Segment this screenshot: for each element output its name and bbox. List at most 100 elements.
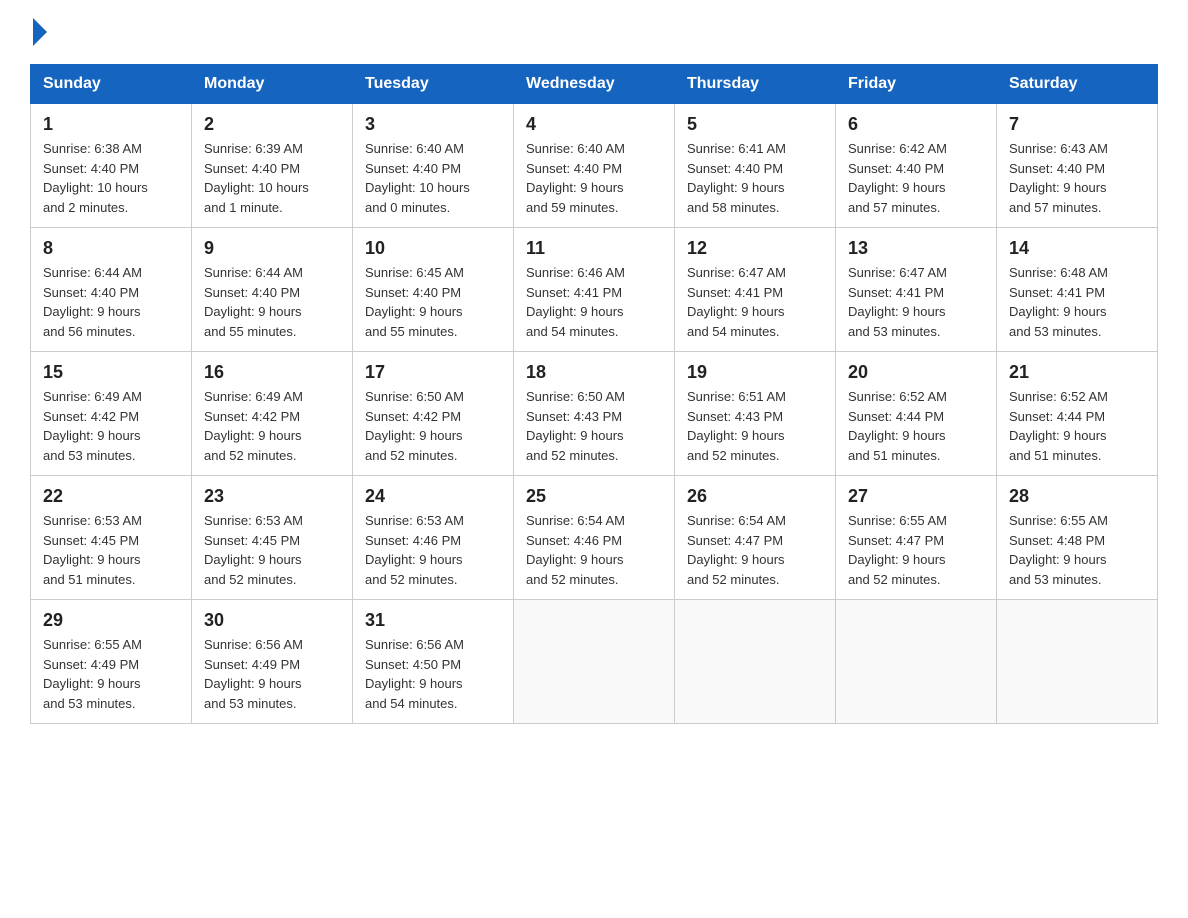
calendar-cell: 3 Sunrise: 6:40 AMSunset: 4:40 PMDaylight… [353,104,514,228]
day-number: 22 [43,486,179,507]
day-info: Sunrise: 6:39 AMSunset: 4:40 PMDaylight:… [204,139,340,217]
day-info: Sunrise: 6:55 AMSunset: 4:48 PMDaylight:… [1009,511,1145,589]
calendar-cell: 10Sunrise: 6:45 AMSunset: 4:40 PMDayligh… [353,228,514,352]
calendar-cell: 9 Sunrise: 6:44 AMSunset: 4:40 PMDaylight… [192,228,353,352]
day-number: 31 [365,610,501,631]
calendar-cell: 19 Sunrise: 6:51 AMSunset: 4:43 PMDayligh… [675,352,836,476]
day-number: 29 [43,610,179,631]
day-number: 21 [1009,362,1145,383]
day-number: 15 [43,362,179,383]
day-info: Sunrise: 6:42 AMSunset: 4:40 PMDaylight:… [848,139,984,217]
calendar-cell: 14 Sunrise: 6:48 AMSunset: 4:41 PMDayligh… [997,228,1158,352]
day-number: 8 [43,238,179,259]
day-number: 16 [204,362,340,383]
day-info: Sunrise: 6:44 AMSunset: 4:40 PMDaylight:… [43,263,179,341]
day-number: 24 [365,486,501,507]
calendar-cell: 12 Sunrise: 6:47 AMSunset: 4:41 PMDayligh… [675,228,836,352]
day-number: 2 [204,114,340,135]
day-number: 12 [687,238,823,259]
calendar-cell: 17 Sunrise: 6:50 AMSunset: 4:42 PMDayligh… [353,352,514,476]
calendar-cell [997,600,1158,724]
day-info: Sunrise: 6:40 AMSunset: 4:40 PMDaylight:… [365,139,501,217]
day-info: Sunrise: 6:53 AMSunset: 4:46 PMDaylight:… [365,511,501,589]
day-info: Sunrise: 6:53 AMSunset: 4:45 PMDaylight:… [204,511,340,589]
calendar-cell: 1 Sunrise: 6:38 AMSunset: 4:40 PMDaylight… [31,104,192,228]
day-info: Sunrise: 6:56 AMSunset: 4:50 PMDaylight:… [365,635,501,713]
day-number: 28 [1009,486,1145,507]
day-info: Sunrise: 6:44 AMSunset: 4:40 PMDaylight:… [204,263,340,341]
day-info: Sunrise: 6:50 AMSunset: 4:43 PMDaylight:… [526,387,662,465]
calendar-cell: 30 Sunrise: 6:56 AMSunset: 4:49 PMDayligh… [192,600,353,724]
day-info: Sunrise: 6:55 AMSunset: 4:47 PMDaylight:… [848,511,984,589]
calendar-week-row: 22 Sunrise: 6:53 AMSunset: 4:45 PMDayligh… [31,476,1158,600]
calendar-cell [836,600,997,724]
calendar-cell: 2 Sunrise: 6:39 AMSunset: 4:40 PMDaylight… [192,104,353,228]
day-number: 3 [365,114,501,135]
calendar-cell: 6 Sunrise: 6:42 AMSunset: 4:40 PMDaylight… [836,104,997,228]
day-info: Sunrise: 6:52 AMSunset: 4:44 PMDaylight:… [848,387,984,465]
day-number: 5 [687,114,823,135]
day-info: Sunrise: 6:43 AMSunset: 4:40 PMDaylight:… [1009,139,1145,217]
logo [30,20,47,46]
calendar-cell: 27Sunrise: 6:55 AMSunset: 4:47 PMDayligh… [836,476,997,600]
day-info: Sunrise: 6:48 AMSunset: 4:41 PMDaylight:… [1009,263,1145,341]
day-number: 6 [848,114,984,135]
day-number: 17 [365,362,501,383]
day-info: Sunrise: 6:50 AMSunset: 4:42 PMDaylight:… [365,387,501,465]
day-number: 26 [687,486,823,507]
day-number: 20 [848,362,984,383]
day-number: 14 [1009,238,1145,259]
day-number: 23 [204,486,340,507]
calendar-header-day-saturday: Saturday [997,65,1158,104]
calendar-header-day-sunday: Sunday [31,65,192,104]
day-info: Sunrise: 6:45 AMSunset: 4:40 PMDaylight:… [365,263,501,341]
day-info: Sunrise: 6:54 AMSunset: 4:46 PMDaylight:… [526,511,662,589]
day-number: 4 [526,114,662,135]
day-number: 9 [204,238,340,259]
calendar-cell: 22 Sunrise: 6:53 AMSunset: 4:45 PMDayligh… [31,476,192,600]
day-number: 25 [526,486,662,507]
calendar-cell: 26 Sunrise: 6:54 AMSunset: 4:47 PMDayligh… [675,476,836,600]
calendar-cell: 15 Sunrise: 6:49 AMSunset: 4:42 PMDayligh… [31,352,192,476]
day-info: Sunrise: 6:47 AMSunset: 4:41 PMDaylight:… [687,263,823,341]
calendar-cell: 20 Sunrise: 6:52 AMSunset: 4:44 PMDayligh… [836,352,997,476]
day-number: 1 [43,114,179,135]
calendar-body: 1 Sunrise: 6:38 AMSunset: 4:40 PMDaylight… [31,104,1158,724]
calendar-week-row: 8 Sunrise: 6:44 AMSunset: 4:40 PMDaylight… [31,228,1158,352]
day-number: 7 [1009,114,1145,135]
day-info: Sunrise: 6:49 AMSunset: 4:42 PMDaylight:… [204,387,340,465]
day-number: 18 [526,362,662,383]
calendar-header-day-tuesday: Tuesday [353,65,514,104]
page-header [30,20,1158,46]
day-number: 19 [687,362,823,383]
day-info: Sunrise: 6:56 AMSunset: 4:49 PMDaylight:… [204,635,340,713]
calendar-cell: 21 Sunrise: 6:52 AMSunset: 4:44 PMDayligh… [997,352,1158,476]
day-info: Sunrise: 6:54 AMSunset: 4:47 PMDaylight:… [687,511,823,589]
logo-arrow-icon [33,18,47,46]
calendar-cell: 5Sunrise: 6:41 AMSunset: 4:40 PMDaylight… [675,104,836,228]
day-info: Sunrise: 6:51 AMSunset: 4:43 PMDaylight:… [687,387,823,465]
calendar-cell: 25 Sunrise: 6:54 AMSunset: 4:46 PMDayligh… [514,476,675,600]
day-number: 30 [204,610,340,631]
calendar-cell: 29Sunrise: 6:55 AMSunset: 4:49 PMDayligh… [31,600,192,724]
calendar-cell: 8 Sunrise: 6:44 AMSunset: 4:40 PMDaylight… [31,228,192,352]
calendar-cell: 31 Sunrise: 6:56 AMSunset: 4:50 PMDayligh… [353,600,514,724]
calendar-cell: 11Sunrise: 6:46 AMSunset: 4:41 PMDayligh… [514,228,675,352]
day-number: 13 [848,238,984,259]
calendar-cell: 24 Sunrise: 6:53 AMSunset: 4:46 PMDayligh… [353,476,514,600]
calendar-cell [514,600,675,724]
calendar-cell: 18 Sunrise: 6:50 AMSunset: 4:43 PMDayligh… [514,352,675,476]
calendar-week-row: 29Sunrise: 6:55 AMSunset: 4:49 PMDayligh… [31,600,1158,724]
calendar-cell [675,600,836,724]
calendar-header-day-monday: Monday [192,65,353,104]
calendar-header-day-friday: Friday [836,65,997,104]
calendar-cell: 4Sunrise: 6:40 AMSunset: 4:40 PMDaylight… [514,104,675,228]
day-info: Sunrise: 6:52 AMSunset: 4:44 PMDaylight:… [1009,387,1145,465]
calendar-header-day-wednesday: Wednesday [514,65,675,104]
calendar-cell: 16 Sunrise: 6:49 AMSunset: 4:42 PMDayligh… [192,352,353,476]
day-info: Sunrise: 6:53 AMSunset: 4:45 PMDaylight:… [43,511,179,589]
day-info: Sunrise: 6:38 AMSunset: 4:40 PMDaylight:… [43,139,179,217]
day-info: Sunrise: 6:49 AMSunset: 4:42 PMDaylight:… [43,387,179,465]
calendar-header-day-thursday: Thursday [675,65,836,104]
day-info: Sunrise: 6:47 AMSunset: 4:41 PMDaylight:… [848,263,984,341]
